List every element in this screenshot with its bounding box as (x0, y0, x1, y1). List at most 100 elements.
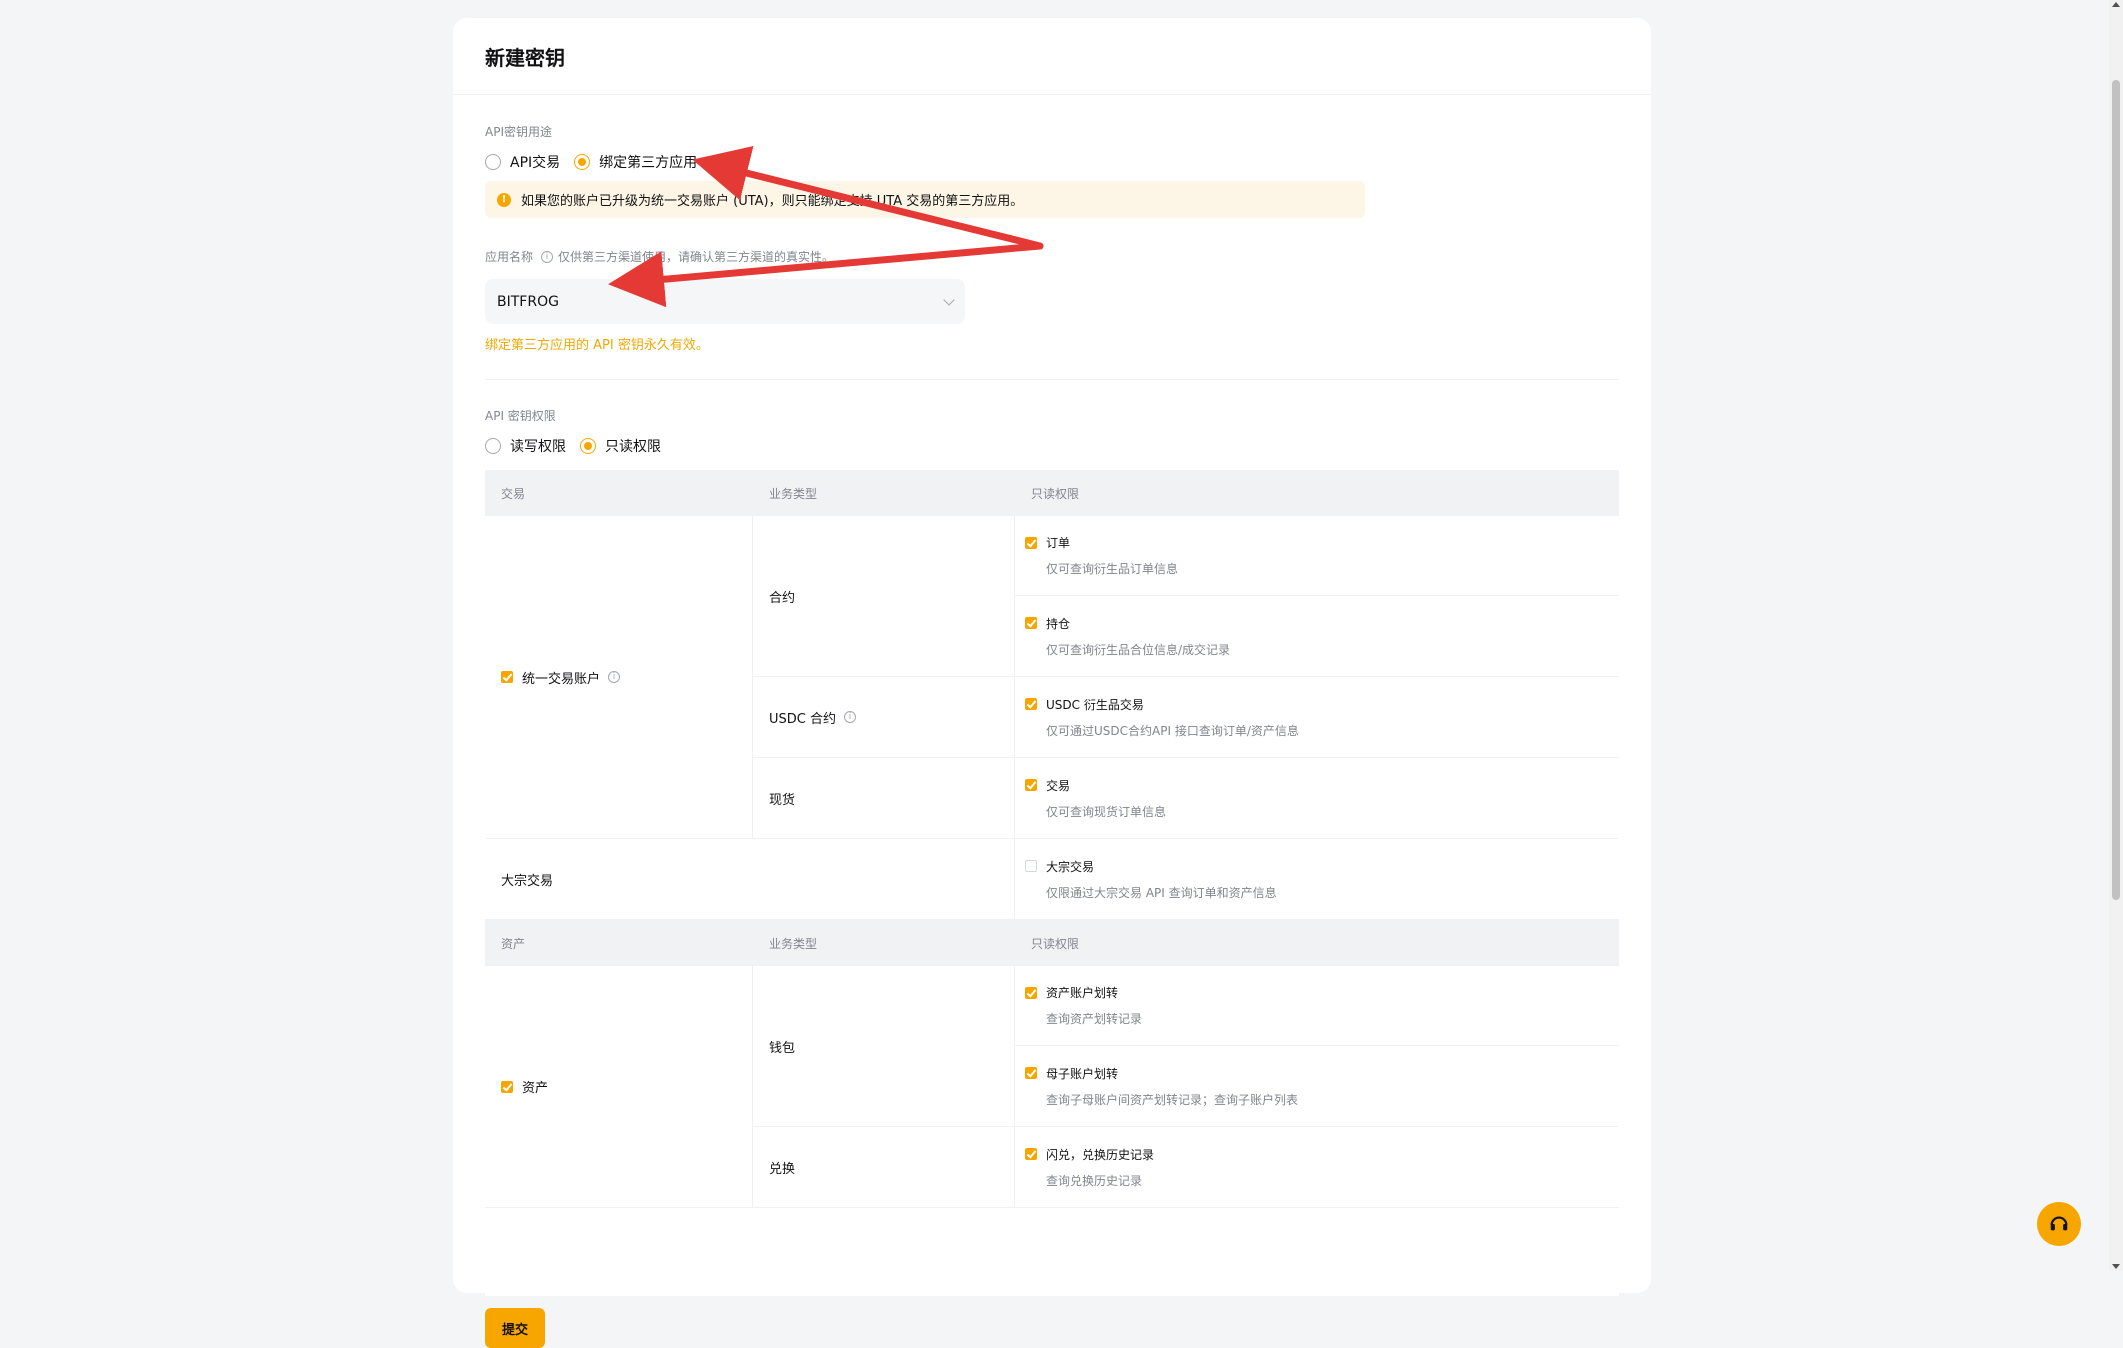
perm-title: USDC 衍生品交易 (1046, 697, 1144, 712)
type-cell: 钱包 (753, 966, 1015, 1126)
radio-circle[interactable] (485, 154, 501, 170)
perm-item: 闪兑，兑换历史记录 查询兑换历史记录 (1015, 1127, 1619, 1207)
perm-item: 订单 仅可查询衍生品订单信息 (1015, 516, 1619, 596)
header-cell: 业务类型 (769, 936, 818, 951)
perm-title: 交易 (1046, 778, 1071, 793)
perm-item: 母子账户划转 查询子母账户间资产划转记录；查询子账户列表 (1015, 1046, 1619, 1126)
perm-desc: 仅可查询现货订单信息 (1046, 804, 1167, 819)
radio-label: 读写权限 (510, 439, 566, 455)
sub-row-contract: 合约 订单 仅可查询衍生品订单信息 持仓 仅可查询衍生品合位信息/成交记录 (753, 516, 1619, 677)
chevron-down-icon (943, 293, 955, 306)
perm-item: 资产账户划转 查询资产划转记录 (1015, 966, 1619, 1046)
app-name-select[interactable]: BITFROG (485, 279, 965, 324)
uta-group: 统一交易账户 i 合约 订单 仅可查询衍生品订单信息 持仓 仅可查询衍生品合位信… (485, 516, 1619, 839)
perm-desc: 查询子母账户间资产划转记录；查询子账户列表 (1046, 1092, 1299, 1107)
info-icon[interactable]: i (541, 250, 554, 263)
headset-icon (2050, 1216, 2068, 1231)
info-icon[interactable]: i (608, 671, 621, 683)
perm-checkbox[interactable] (1025, 1148, 1037, 1160)
permission-table: 交易 业务类型 只读权限 统一交易账户 i 合约 订单 仅可查询衍生品订单信息 … (485, 470, 1619, 1208)
form-body: API密钥用途 API交易 绑定第三方应用 ! 如果您的账户已升级为统一交易账户… (453, 123, 1651, 1348)
assets-subs: 钱包 资产账户划转 查询资产划转记录 母子账户划转 查询子母账户间资产划转记录；… (753, 966, 1619, 1207)
perm-cell: 闪兑，兑换历史记录 查询兑换历史记录 (1015, 1127, 1619, 1207)
permission-radio-group: 读写权限 只读权限 (485, 436, 1619, 456)
permanent-hint: 绑定第三方应用的 API 密钥永久有效。 (485, 338, 709, 353)
radio-read-only[interactable]: 只读权限 (580, 436, 661, 456)
card-header: 新建密钥 (453, 18, 1651, 95)
perm-checkbox[interactable] (1025, 1067, 1037, 1079)
radio-circle-selected[interactable] (574, 154, 591, 170)
perm-checkbox[interactable] (1025, 698, 1037, 710)
scroll-up-icon[interactable] (2112, 2, 2120, 7)
assets-cell: 资产 (485, 966, 753, 1207)
perm-item: 交易 仅可查询现货订单信息 (1015, 758, 1619, 838)
type-cell: 兑换 (753, 1127, 1015, 1207)
warning-icon: ! (497, 192, 511, 207)
header-cell: 交易 (501, 486, 526, 501)
perm-cell: 订单 仅可查询衍生品订单信息 持仓 仅可查询衍生品合位信息/成交记录 (1015, 516, 1619, 676)
header-cell: 业务类型 (769, 486, 818, 501)
type-label: USDC 合约 (769, 711, 836, 727)
divider (485, 379, 1619, 380)
scrollbar[interactable] (2109, 0, 2123, 1271)
scroll-thumb[interactable] (2112, 80, 2120, 900)
perm-checkbox[interactable] (1025, 536, 1037, 549)
purpose-label: API密钥用途 (485, 125, 552, 139)
purpose-radio-group: API交易 绑定第三方应用 (485, 152, 1619, 172)
info-icon[interactable]: i (844, 711, 856, 723)
perm-title: 资产账户划转 (1046, 986, 1119, 1000)
app-name-tip: 仅供第三方渠道使用，请确认第三方渠道的真实性。 (558, 250, 835, 264)
uta-label: 统一交易账户 (522, 671, 601, 687)
new-key-card: 新建密钥 API密钥用途 API交易 绑定第三方应用 ! 如果您的账户已升级为统… (453, 18, 1651, 1348)
perm-item: 大宗交易 仅限通过大宗交易 API 查询订单和资产信息 (1015, 839, 1619, 919)
perm-cell: USDC 衍生品交易 仅可通过USDC合约API 接口查询订单/资产信息 (1015, 677, 1619, 757)
perm-title: 大宗交易 (1046, 859, 1095, 874)
perm-cell: 大宗交易 仅限通过大宗交易 API 查询订单和资产信息 (1015, 839, 1619, 919)
uta-notice: ! 如果您的账户已升级为统一交易账户 (UTA)，则只能绑定支持 UTA 交易的… (485, 181, 1365, 218)
notice-text: 如果您的账户已升级为统一交易账户 (UTA)，则只能绑定支持 UTA 交易的第三… (521, 194, 1024, 209)
perm-checkbox[interactable] (1025, 617, 1037, 629)
perm-desc: 仅限通过大宗交易 API 查询订单和资产信息 (1046, 885, 1277, 900)
perm-desc: 查询兑换历史记录 (1046, 1173, 1143, 1188)
perm-cell: 交易 仅可查询现货订单信息 (1015, 758, 1619, 838)
assets-checkbox[interactable] (501, 1080, 513, 1093)
radio-third-party[interactable]: 绑定第三方应用 (574, 152, 697, 172)
perm-title: 订单 (1046, 536, 1071, 550)
perm-desc: 查询资产划转记录 (1046, 1012, 1143, 1026)
type-cell: 现货 (753, 758, 1015, 838)
bulk-trade-cell: 大宗交易 (485, 839, 1015, 919)
radio-api-trade[interactable]: API交易 (485, 152, 560, 172)
sub-row-exchange: 兑换 闪兑，兑换历史记录 查询兑换历史记录 (753, 1127, 1619, 1207)
uta-subs: 合约 订单 仅可查询衍生品订单信息 持仓 仅可查询衍生品合位信息/成交记录 US… (753, 516, 1619, 838)
bulk-trade-row: 大宗交易 大宗交易 仅限通过大宗交易 API 查询订单和资产信息 (485, 839, 1619, 920)
radio-label: 只读权限 (605, 439, 661, 455)
sub-row-usdc: USDC 合约 i USDC 衍生品交易 仅可通过USDC合约API 接口查询订… (753, 677, 1619, 758)
perm-desc: 仅可查询衍生品订单信息 (1046, 562, 1179, 576)
sub-row-spot: 现货 交易 仅可查询现货订单信息 (753, 758, 1619, 838)
select-value: BITFROG (497, 293, 559, 310)
radio-label: API交易 (510, 155, 561, 171)
perm-item: USDC 衍生品交易 仅可通过USDC合约API 接口查询订单/资产信息 (1015, 677, 1619, 757)
perm-item: 持仓 仅可查询衍生品合位信息/成交记录 (1015, 596, 1619, 676)
perm-checkbox[interactable] (1025, 779, 1037, 791)
uta-checkbox[interactable] (501, 671, 513, 683)
perm-checkbox[interactable] (1025, 986, 1037, 999)
radio-circle-selected[interactable] (580, 438, 596, 454)
radio-circle[interactable] (485, 438, 501, 454)
header-cell: 只读权限 (1031, 486, 1080, 501)
support-button[interactable] (2037, 1202, 2081, 1246)
radio-read-write[interactable]: 读写权限 (485, 436, 566, 456)
submit-button[interactable]: 提交 (485, 1308, 545, 1348)
perm-title: 闪兑，兑换历史记录 (1046, 1147, 1155, 1162)
table-header: 交易 业务类型 只读权限 (485, 470, 1619, 516)
scroll-down-icon[interactable] (2112, 1264, 2120, 1269)
perm-checkbox-unchecked[interactable] (1025, 860, 1037, 872)
perm-cell: 资产账户划转 查询资产划转记录 母子账户划转 查询子母账户间资产划转记录；查询子… (1015, 966, 1619, 1126)
assets-group: 资产 钱包 资产账户划转 查询资产划转记录 母子账户划转 查询子母账户间资产划转… (485, 966, 1619, 1208)
perm-desc: 仅可通过USDC合约API 接口查询订单/资产信息 (1046, 723, 1299, 738)
type-cell: USDC 合约 i (753, 677, 1015, 757)
assets-label: 资产 (522, 1081, 549, 1096)
table-header-assets: 资产 业务类型 只读权限 (485, 920, 1619, 966)
page-title: 新建密钥 (485, 45, 565, 70)
header-cell: 只读权限 (1031, 936, 1080, 951)
